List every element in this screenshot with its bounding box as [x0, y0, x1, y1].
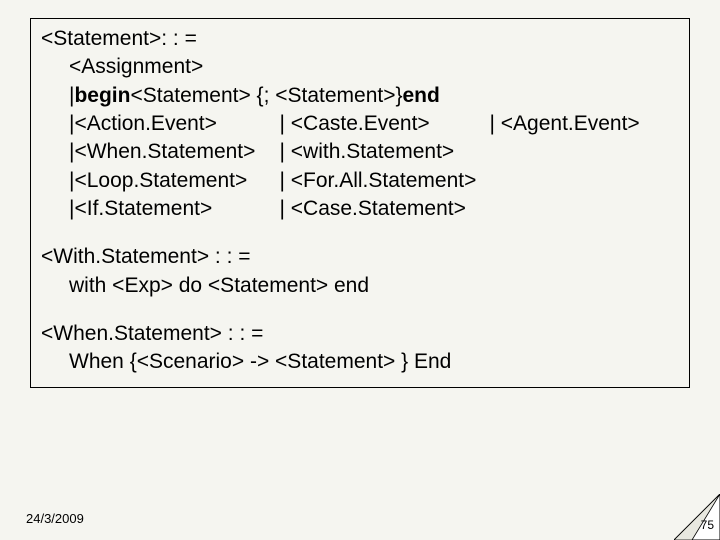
agent-event: | <Agent.Event>	[489, 110, 639, 138]
when-block: <When.Statement> : : = When {<Scenario> …	[41, 320, 679, 377]
if-row: | <If.Statement>| <Case.Statement>	[41, 195, 679, 223]
with-stmt-alt: | <with.Statement>	[279, 138, 454, 166]
begin-mid: <Statement> {; <Statement>}	[130, 82, 402, 110]
with-block: <With.Statement> : : = with <Exp> do <St…	[41, 243, 679, 300]
stmt-head: <Statement>: : =	[41, 25, 679, 53]
grammar-box: <Statement>: : = <Assignment> | begin <S…	[30, 18, 690, 388]
assignment-alt: <Assignment>	[41, 53, 679, 81]
loop-row: | <Loop.Statement>| <For.All.Statement>	[41, 167, 679, 195]
action-row: | <Action.Event>| <Caste.Event>| <Agent.…	[41, 110, 679, 138]
forall-stmt: | <For.All.Statement>	[279, 167, 476, 195]
case-stmt: | <Case.Statement>	[279, 195, 465, 223]
with-head: <With.Statement> : : =	[41, 243, 679, 271]
when-row: | <When.Statement>| <with.Statement>	[41, 138, 679, 166]
end-kw: end	[403, 82, 440, 110]
action-event: <Action.Event>	[74, 110, 279, 138]
slide: <Statement>: : = <Assignment> | begin <S…	[0, 0, 720, 540]
with-body: with <Exp> do <Statement> end	[41, 272, 679, 300]
page-curl-icon	[674, 494, 720, 540]
page-number: 75	[701, 518, 714, 532]
when-stmt: <When.Statement>	[74, 138, 279, 166]
when-body: When {<Scenario> -> <Statement> } End	[41, 348, 679, 376]
caste-event: | <Caste.Event>	[279, 110, 489, 138]
begin-alt: | begin <Statement> {; <Statement>} end	[41, 82, 679, 110]
begin-kw: begin	[74, 82, 130, 110]
if-stmt: <If.Statement>	[74, 195, 279, 223]
loop-stmt: <Loop.Statement>	[74, 167, 279, 195]
when-head: <When.Statement> : : =	[41, 320, 679, 348]
footer-date: 24/3/2009	[26, 511, 84, 526]
